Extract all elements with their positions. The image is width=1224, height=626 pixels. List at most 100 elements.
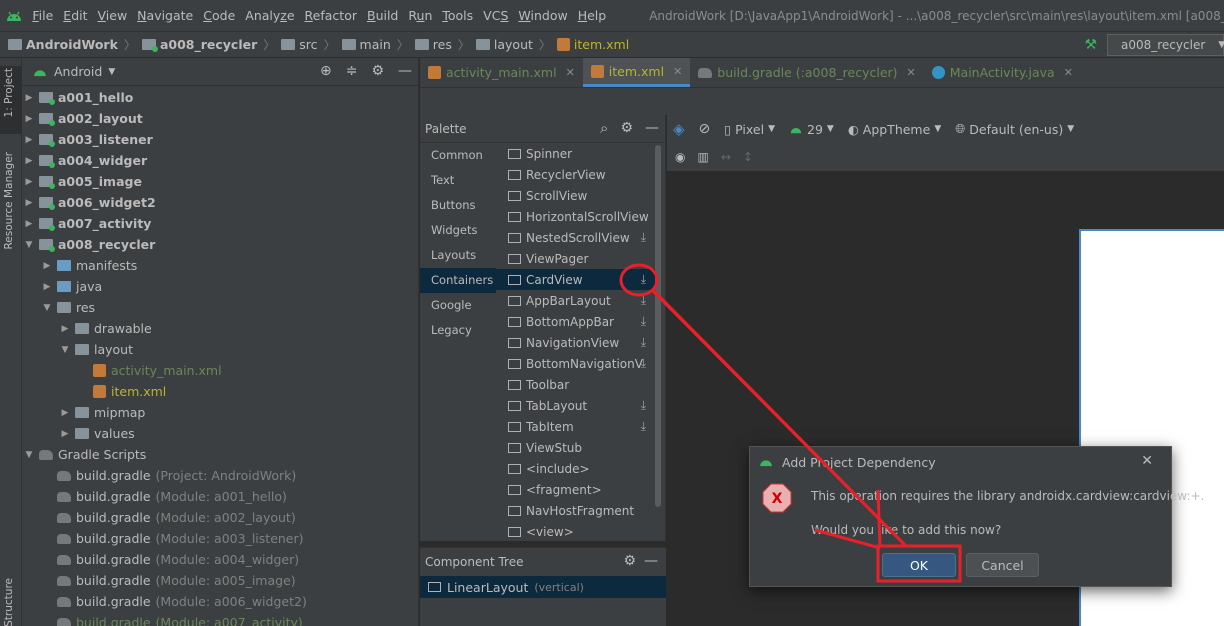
cancel-button[interactable]: Cancel: [966, 553, 1039, 577]
minimize-icon[interactable]: —: [644, 553, 658, 569]
palette-widget[interactable]: Spinner: [496, 143, 656, 164]
hammer-icon[interactable]: ⚒: [1084, 37, 1097, 53]
download-icon[interactable]: ⤓: [641, 293, 646, 308]
tree-item[interactable]: ▶ values: [60, 423, 135, 444]
tree-item[interactable]: ▶ a001_hello: [24, 87, 133, 108]
gear-icon[interactable]: ⚙: [620, 120, 633, 136]
download-icon[interactable]: ⤓: [641, 356, 646, 371]
tree-item[interactable]: item.xml: [78, 381, 166, 402]
tree-item[interactable]: build.gradle (Project: AndroidWork): [42, 465, 296, 486]
structure-tool-label[interactable]: Structure: [3, 578, 15, 626]
collapsed-arrow-icon[interactable]: ▶: [42, 261, 52, 271]
menu-file[interactable]: File: [27, 8, 58, 23]
palette-category-widgets[interactable]: Widgets: [420, 218, 496, 243]
close-icon[interactable]: ✕: [907, 66, 916, 79]
tree-item[interactable]: build.gradle (Module: a006_widget2): [42, 591, 307, 612]
collapsed-arrow-icon[interactable]: ▶: [60, 408, 70, 418]
gear-icon[interactable]: ⚙: [623, 553, 636, 569]
download-icon[interactable]: ⤓: [641, 335, 646, 350]
palette-widget[interactable]: <view>: [496, 521, 656, 541]
tree-item[interactable]: ▶ java: [42, 276, 103, 297]
menu-build[interactable]: Build: [362, 8, 403, 23]
breadcrumb-file[interactable]: item.xml: [556, 37, 629, 52]
collapsed-arrow-icon[interactable]: ▶: [24, 198, 34, 208]
palette-category-text[interactable]: Text: [420, 168, 496, 193]
device-selector[interactable]: ▯ Pixel ▼: [724, 122, 775, 137]
collapsed-arrow-icon[interactable]: ▶: [60, 429, 70, 439]
tab-main-activity-java[interactable]: MainActivity.java ✕: [924, 58, 1081, 87]
menu-help[interactable]: Help: [573, 8, 612, 23]
collapsed-arrow-icon[interactable]: ▶: [42, 282, 52, 292]
collapsed-arrow-icon[interactable]: ▶: [60, 324, 70, 334]
collapsed-arrow-icon[interactable]: ▶: [24, 156, 34, 166]
locate-icon[interactable]: ⊕: [320, 63, 332, 79]
tree-item[interactable]: ▶ a006_widget2: [24, 192, 156, 213]
expanded-arrow-icon[interactable]: ▼: [42, 303, 52, 313]
palette-scrollbar[interactable]: [655, 145, 661, 507]
menu-edit[interactable]: Edit: [58, 8, 92, 23]
tree-item[interactable]: ▶ manifests: [42, 255, 138, 276]
breadcrumb-res[interactable]: res: [414, 37, 452, 52]
download-icon[interactable]: ⤓: [641, 419, 646, 434]
menu-view[interactable]: View: [93, 8, 133, 23]
close-icon[interactable]: ✕: [1141, 453, 1153, 469]
palette-widget[interactable]: CardView ⤓: [496, 269, 656, 290]
palette-widget[interactable]: AppBarLayout ⤓: [496, 290, 656, 311]
palette-widget[interactable]: NavigationView ⤓: [496, 332, 656, 353]
palette-widget[interactable]: Toolbar: [496, 374, 656, 395]
download-icon[interactable]: ⤓: [641, 314, 646, 329]
palette-widget[interactable]: TabLayout ⤓: [496, 395, 656, 416]
search-icon[interactable]: ⌕: [600, 119, 608, 137]
tree-item[interactable]: ▶ a004_widger: [24, 150, 147, 171]
split-view-icon[interactable]: ▥: [697, 150, 708, 164]
tree-item[interactable]: ▶ mipmap: [60, 402, 146, 423]
resource-manager-tool-label[interactable]: Resource Manager: [3, 152, 15, 250]
palette-widget[interactable]: NestedScrollView ⤓: [496, 227, 656, 248]
menu-run[interactable]: Run: [403, 8, 437, 23]
close-icon[interactable]: ✕: [566, 66, 575, 79]
menu-refactor[interactable]: Refactor: [300, 8, 362, 23]
palette-widget[interactable]: ScrollView: [496, 185, 656, 206]
ok-button[interactable]: OK: [882, 553, 956, 577]
project-view-selector[interactable]: Android: [54, 64, 102, 79]
tab-activity-main-xml[interactable]: activity_main.xml ✕: [420, 58, 583, 87]
palette-widget[interactable]: NavHostFragment: [496, 500, 656, 521]
tree-item[interactable]: build.gradle (Module: a002_layout): [42, 507, 296, 528]
collapsed-arrow-icon[interactable]: ▶: [24, 93, 34, 103]
breadcrumb-module[interactable]: a008_recycler: [141, 37, 257, 52]
palette-widget[interactable]: TabItem ⤓: [496, 416, 656, 437]
tree-item[interactable]: build.gradle (Module: a003_listener): [42, 528, 304, 549]
download-icon[interactable]: ⤓: [641, 272, 646, 287]
palette-widget[interactable]: BottomAppBar ⤓: [496, 311, 656, 332]
palette-widget[interactable]: BottomNavigationV ⤓: [496, 353, 656, 374]
expanded-arrow-icon[interactable]: ▼: [60, 345, 70, 355]
download-icon[interactable]: ⤓: [641, 398, 646, 413]
palette-category-common[interactable]: Common: [420, 143, 496, 168]
expanded-arrow-icon[interactable]: ▼: [24, 450, 34, 460]
tree-item[interactable]: ▼ a008_recycler: [24, 234, 155, 255]
palette-widget[interactable]: ViewPager: [496, 248, 656, 269]
eye-icon[interactable]: ◉: [675, 150, 685, 164]
palette-category-containers[interactable]: Containers: [420, 268, 496, 293]
gear-icon[interactable]: ⚙: [371, 63, 384, 79]
tree-item[interactable]: ▶ a005_image: [24, 171, 142, 192]
minimize-icon[interactable]: —: [645, 120, 659, 136]
chevron-down-icon[interactable]: ▼: [108, 67, 115, 77]
tree-item[interactable]: ▼ layout: [60, 339, 133, 360]
palette-category-google[interactable]: Google: [420, 293, 496, 318]
api-selector[interactable]: 29 ▼: [789, 122, 834, 137]
vertical-resize-icon[interactable]: ↕: [743, 150, 753, 164]
tree-item[interactable]: build.gradle (Module: a005_image): [42, 570, 296, 591]
component-tree-row[interactable]: LinearLayout (vertical): [420, 576, 666, 598]
download-icon[interactable]: ⤓: [641, 230, 646, 245]
theme-selector[interactable]: ◐ AppTheme ▼: [848, 122, 941, 137]
run-configuration-selector[interactable]: a008_recycler ▼: [1107, 34, 1224, 56]
tab-build-gradle[interactable]: build.gradle (:a008_recycler) ✕: [690, 58, 923, 87]
tree-item[interactable]: build.gradle (Module: a001_hello): [42, 486, 287, 507]
palette-category-legacy[interactable]: Legacy: [420, 318, 496, 343]
collapsed-arrow-icon[interactable]: ▶: [24, 219, 34, 229]
layers-icon[interactable]: ◈: [673, 120, 685, 138]
tree-item[interactable]: ▶ a007_activity: [24, 213, 151, 234]
close-icon[interactable]: ✕: [1064, 66, 1073, 79]
collapse-all-icon[interactable]: ≑: [346, 63, 358, 79]
